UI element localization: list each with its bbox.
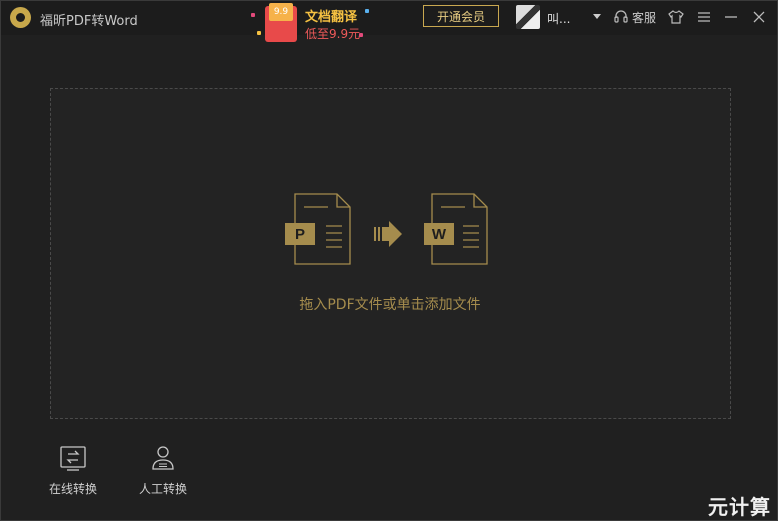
customer-service-label: 客服 [632, 10, 657, 25]
skin-shirt-icon[interactable] [667, 8, 685, 26]
online-convert-icon [60, 446, 86, 471]
drop-hint: 拖入PDF文件或单击添加文件 [299, 297, 481, 313]
promo-title: 文档翻译 [305, 10, 358, 25]
manual-convert-icon [152, 446, 174, 470]
translation-promo-banner[interactable]: 9.9 文档翻译 低至9.9元 [247, 1, 373, 45]
watermark: 元计算 [708, 495, 771, 519]
username[interactable]: 叫... [547, 10, 570, 27]
promo-gift-icon: 9.9 [265, 3, 297, 42]
promo-price: 低至9.9元 [305, 27, 361, 41]
account-dropdown-icon[interactable] [593, 14, 601, 19]
customer-service-button[interactable]: 客服 [613, 8, 656, 26]
app-logo [10, 7, 31, 28]
confetti-decoration [251, 13, 255, 17]
manual-convert-label: 人工转换 [138, 482, 187, 496]
app-title: 福昕PDF转Word [40, 14, 138, 29]
target-letter: W [432, 226, 447, 243]
source-letter: P [295, 226, 305, 243]
app-window: 福昕PDF转Word 9.9 文档翻译 低至9.9元 开通会员 叫... 客服 [0, 0, 778, 521]
online-convert-label: 在线转换 [48, 482, 97, 496]
confetti-decoration [365, 9, 369, 13]
online-convert-button[interactable]: 在线转换 [38, 444, 108, 497]
title-bar[interactable]: 福昕PDF转Word 9.9 文档翻译 低至9.9元 开通会员 叫... 客服 [1, 1, 777, 42]
open-membership-button[interactable]: 开通会员 [423, 5, 499, 27]
close-icon[interactable] [750, 8, 768, 26]
pdf-to-word-icon: P W [285, 193, 488, 265]
avatar[interactable] [516, 5, 540, 29]
headset-icon [614, 10, 628, 23]
menu-icon[interactable] [695, 8, 713, 26]
promo-badge: 9.9 [269, 3, 293, 21]
confetti-decoration [257, 31, 261, 35]
manual-convert-button[interactable]: 人工转换 [128, 444, 198, 497]
minimize-icon[interactable] [722, 8, 740, 26]
